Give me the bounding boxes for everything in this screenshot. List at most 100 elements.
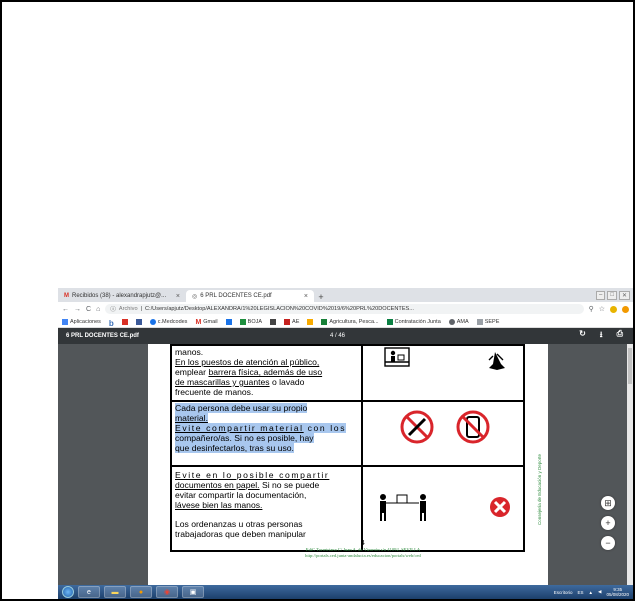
maximize-button[interactable]: □ <box>607 291 617 300</box>
bookmarks-bar: Aplicaciones b c.Medcodes M Gmail BOJA AE… <box>58 316 633 328</box>
row-text: En los puestos de atención al público, <box>175 357 320 367</box>
ae-icon <box>284 318 291 325</box>
close-tab-icon[interactable]: × <box>176 293 180 300</box>
minimize-button[interactable]: – <box>596 291 606 300</box>
row-text: material. <box>175 413 208 423</box>
b-icon: b <box>108 318 114 328</box>
boja-icon <box>239 318 246 325</box>
bookmark-facebook[interactable] <box>135 318 142 325</box>
page-footer: 4 EdiC Torretriana C/ Juan A. de Vizarró… <box>268 540 458 559</box>
bookmark-boe[interactable] <box>270 318 277 325</box>
rotate-icon[interactable]: ↻ <box>579 329 586 343</box>
prl-table: manos. En los puestos de atención al púb… <box>169 344 525 552</box>
bookmark-label: Contratación Junta <box>394 318 441 325</box>
boe-icon <box>270 318 277 325</box>
bookmark-b[interactable]: b <box>108 318 114 328</box>
bookmark-junta[interactable]: Contratación Junta <box>386 318 441 325</box>
row-text: Cada persona debe usar su propio <box>175 403 308 413</box>
url-text: C:/Users/apjutz/Desktop/ALEXANDRA/1%20LE… <box>145 306 414 312</box>
fit-page-button[interactable]: ⊞ <box>601 496 615 510</box>
profile-icon[interactable] <box>622 305 629 313</box>
extension-icon[interactable] <box>610 305 617 313</box>
tab-pdf[interactable]: ◎ 6 PRL DOCENTES CE.pdf × <box>186 290 314 302</box>
network-icon[interactable]: ▲ <box>589 590 593 595</box>
reload-icon[interactable]: C <box>86 306 91 313</box>
bookmark-label: AE <box>292 318 300 325</box>
chrome-icon: ◉ <box>163 589 171 596</box>
scrollbar-thumb[interactable] <box>628 348 632 384</box>
download-icon[interactable]: ⭳ <box>600 329 603 343</box>
zoom-controls: ⊞ + − <box>601 496 615 550</box>
zoom-icon[interactable]: ⚲ <box>589 305 594 313</box>
star-icon[interactable]: ☆ <box>599 305 605 313</box>
page-indicator[interactable]: 4 / 46 <box>330 333 345 339</box>
system-tray: Escritorio ES ▲ ◀ 9:35 05/08/2020 <box>554 587 629 597</box>
row-text: Evite en lo posible compartir <box>175 470 330 480</box>
bookmark-label: BOJA <box>247 318 263 325</box>
volume-icon[interactable]: ◀ <box>598 589 601 595</box>
back-icon[interactable]: ← <box>62 306 69 313</box>
taskbar-ie[interactable]: e <box>78 586 100 598</box>
print-icon[interactable]: ⎙ <box>617 329 623 343</box>
row-text: frecuente de manos. <box>175 387 254 397</box>
blank-area <box>2 2 633 288</box>
bookmark-apps[interactable]: Aplicaciones <box>62 318 101 325</box>
table-cell-icons <box>361 400 525 467</box>
taskbar-chrome[interactable]: ◉ <box>156 586 178 598</box>
url-field[interactable]: ⓘ Archivo | C:/Users/apjutz/Desktop/ALEX… <box>105 304 584 314</box>
new-tab-button[interactable]: + <box>314 292 328 302</box>
media-icon: ● <box>138 588 144 596</box>
reception-desk-icon <box>384 347 506 370</box>
close-window-button[interactable]: ✕ <box>618 291 630 300</box>
clock[interactable]: 9:35 05/08/2020 <box>606 587 629 597</box>
bookmark-grid[interactable] <box>121 318 128 325</box>
window-icon: ▣ <box>189 589 197 596</box>
zoom-out-button[interactable]: − <box>601 536 615 550</box>
sepe-icon <box>476 318 483 325</box>
bookmark-sepe[interactable]: SEPE <box>476 318 499 325</box>
scrollbar[interactable] <box>627 344 633 585</box>
url-divider: | <box>140 306 143 312</box>
side-vertical-text: Consejería de Educación y Deporte <box>537 454 542 526</box>
forward-icon[interactable]: → <box>74 306 81 313</box>
table-cell-text: manos. En los puestos de atención al púb… <box>169 344 364 402</box>
bookmark-label: AMA <box>456 318 469 325</box>
bookmark-label: Gmail <box>203 318 218 325</box>
document-handover-icon <box>380 494 427 521</box>
tab-gmail[interactable]: M Recibidos (38) - alexandrapjutz@... × <box>58 290 186 302</box>
ie-icon: e <box>87 588 91 596</box>
folder-icon <box>307 318 314 325</box>
bookmark-calendar[interactable] <box>225 318 232 325</box>
gmail-icon: M <box>64 293 69 299</box>
bookmark-agricultura[interactable]: Agricultura, Pesca... <box>321 318 379 325</box>
bookmark-folder[interactable] <box>307 318 314 325</box>
language-indicator[interactable]: ES <box>578 590 584 595</box>
zoom-in-button[interactable]: + <box>601 516 615 530</box>
close-tab-icon[interactable]: × <box>304 293 308 300</box>
start-button[interactable] <box>62 586 74 598</box>
hand-washing-icon <box>488 352 506 370</box>
row-text: manos. <box>175 347 204 357</box>
pdf-page: manos. En los puestos de atención al púb… <box>148 344 548 585</box>
calendar-icon <box>225 318 232 325</box>
row-text: que desinfectarlos, tras su uso. <box>175 443 294 453</box>
table-cell-text: Evite en lo posible compartir documentos… <box>169 465 364 552</box>
bookmark-medcodes[interactable]: c.Medcodes <box>149 318 187 325</box>
row-text: compañero/as. Si no es posible, hay <box>175 433 314 443</box>
taskbar-explorer[interactable]: ▬ <box>104 586 126 598</box>
pdf-viewer[interactable]: manos. En los puestos de atención al púb… <box>58 344 633 585</box>
home-icon[interactable]: ⌂ <box>96 306 100 313</box>
folder-icon: ▬ <box>111 588 119 596</box>
row-text: emplear barrera física, además de uso <box>175 367 323 377</box>
table-row: Evite en lo posible compartir documentos… <box>169 465 525 552</box>
bookmark-ama[interactable]: AMA <box>448 318 469 325</box>
taskbar-media[interactable]: ● <box>130 586 152 598</box>
clock-date: 05/08/2020 <box>606 592 629 597</box>
bookmark-ae[interactable]: AE <box>284 318 300 325</box>
apps-icon <box>62 318 68 325</box>
bookmark-boja[interactable]: BOJA <box>239 318 263 325</box>
pdf-tab-icon: ◎ <box>192 293 198 300</box>
taskbar-app[interactable]: ▣ <box>182 586 204 598</box>
table-cell-icons <box>361 344 525 402</box>
bookmark-gmail[interactable]: M Gmail <box>195 318 218 326</box>
